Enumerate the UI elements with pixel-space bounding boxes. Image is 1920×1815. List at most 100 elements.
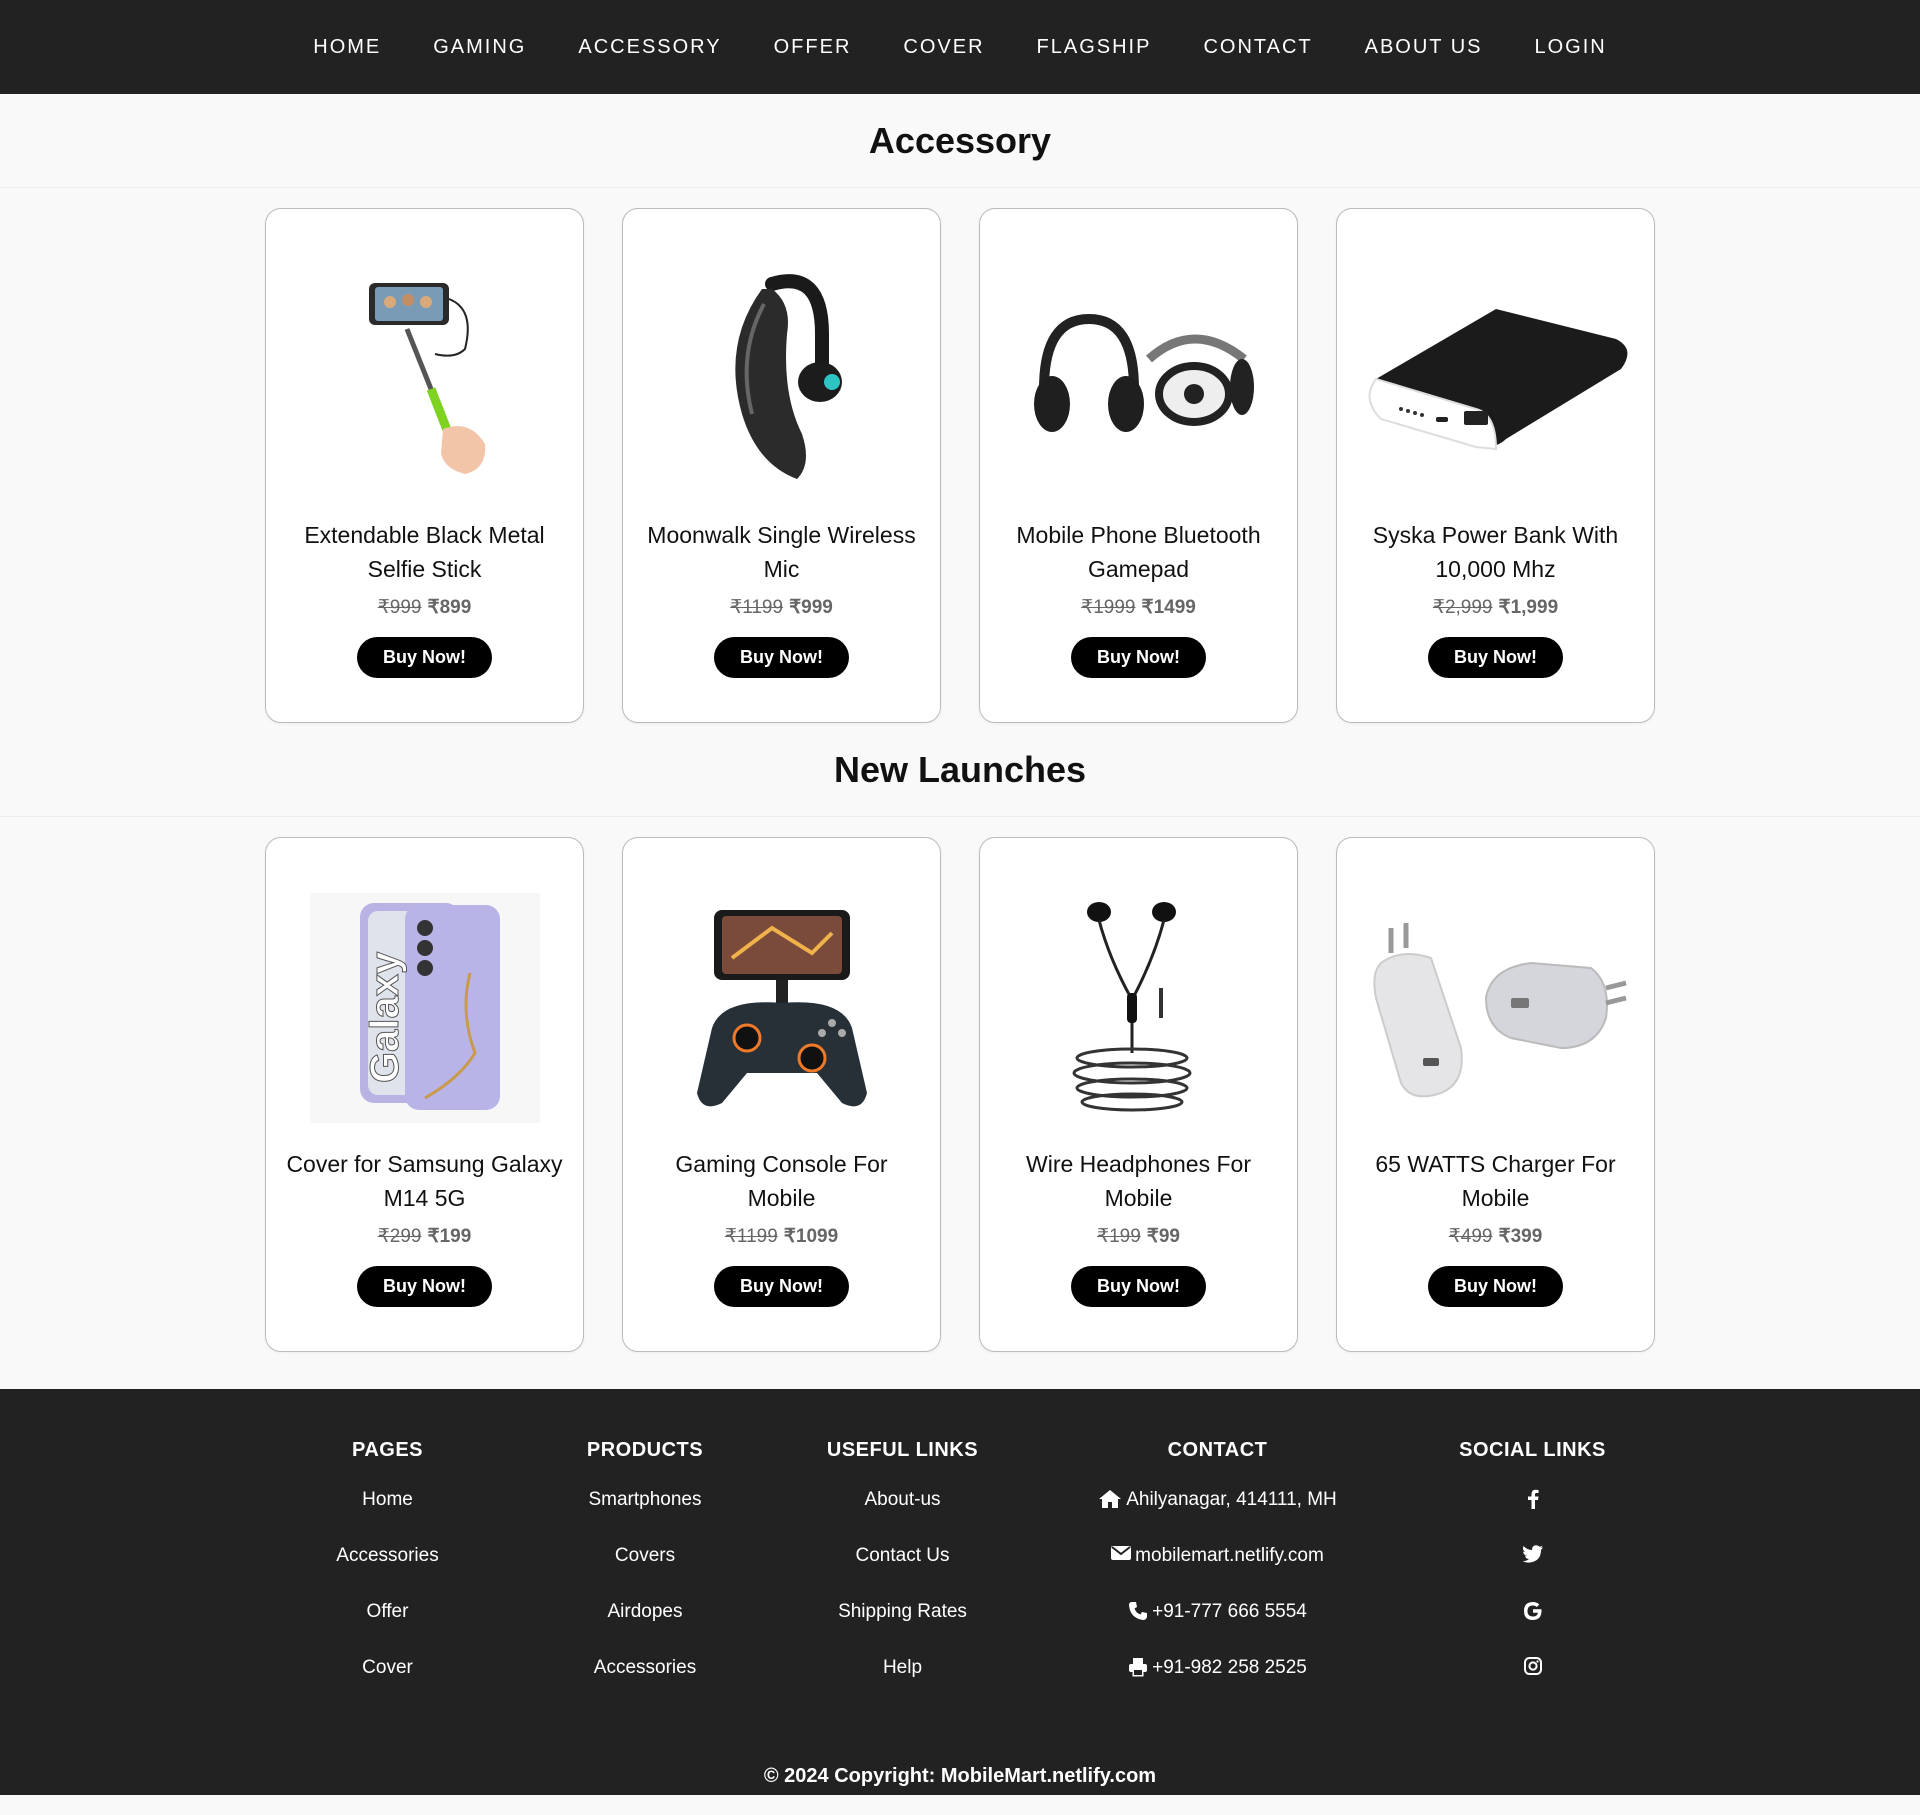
price: ₹999 ₹899	[378, 596, 472, 619]
twitter-icon[interactable]	[1522, 1545, 1544, 1563]
footer-link-cover[interactable]: Cover	[259, 1657, 517, 1713]
phone-cover-image[interactable]: Galaxy	[285, 893, 565, 1123]
contact-email[interactable]: mobilemart.netlify.com	[1032, 1545, 1404, 1601]
price: ₹2,999 ₹1,999	[1433, 596, 1558, 619]
footer-products-heading: PRODUCTS	[586, 1439, 704, 1461]
game-controller-image[interactable]	[642, 893, 922, 1123]
product-card: Galaxy Cover for Samsung Galaxy M14 5G ₹…	[265, 837, 584, 1352]
footer-link-about-us[interactable]: About-us	[774, 1489, 1032, 1545]
sale-price: ₹999	[789, 597, 833, 618]
price: ₹1199 ₹999	[730, 596, 833, 619]
product-name[interactable]: Gaming Console For Mobile	[642, 1147, 922, 1215]
nav-about-us[interactable]: ABOUT US	[1339, 36, 1509, 59]
footer-useful-links-heading: USEFUL LINKS	[826, 1439, 979, 1461]
sale-price: ₹399	[1498, 1226, 1543, 1247]
nav-menu: HOME GAMING ACCESSORY OFFER COVER FLAGSH…	[287, 36, 1633, 59]
product-name[interactable]: Syska Power Bank With 10,000 Mhz	[1356, 518, 1636, 586]
wired-earphones-image[interactable]	[999, 893, 1279, 1123]
product-card: 65 WATTS Charger For Mobile ₹499 ₹399 Buy…	[1336, 837, 1655, 1352]
price: ₹299 ₹199	[378, 1225, 472, 1248]
old-price: ₹1199	[724, 1226, 778, 1247]
product-name[interactable]: Wire Headphones For Mobile	[999, 1147, 1279, 1215]
footer-social-column: SOCIAL LINKS	[1404, 1439, 1662, 1713]
sale-price: ₹1499	[1141, 597, 1196, 618]
product-name[interactable]: Cover for Samsung Galaxy M14 5G	[285, 1147, 565, 1215]
footer-link-shipping-rates[interactable]: Shipping Rates	[774, 1601, 1032, 1657]
product-card: Extendable Black Metal Selfie Stick ₹999…	[265, 208, 584, 723]
power-bank-image[interactable]	[1356, 264, 1636, 494]
footer-link-contact-us[interactable]: Contact Us	[774, 1545, 1032, 1601]
footer-link-covers[interactable]: Covers	[517, 1545, 774, 1601]
section-title-accessory: Accessory	[0, 94, 1920, 188]
footer-link-accessories-products[interactable]: Accessories	[517, 1657, 774, 1713]
buy-now-button[interactable]: Buy Now!	[357, 637, 492, 678]
product-card: Syska Power Bank With 10,000 Mhz ₹2,999 ₹…	[1336, 208, 1655, 723]
footer-contact-heading: CONTACT	[1167, 1439, 1268, 1461]
footer-social-heading: SOCIAL LINKS	[1459, 1439, 1606, 1461]
social-google[interactable]	[1404, 1601, 1662, 1657]
contact-fax-text: +91-982 258 2525	[1152, 1657, 1307, 1678]
old-price: ₹2,999	[1432, 597, 1493, 618]
social-instagram[interactable]	[1404, 1657, 1662, 1713]
buy-now-button[interactable]: Buy Now!	[714, 637, 849, 678]
nav-offer[interactable]: OFFER	[748, 36, 878, 59]
nav-flagship[interactable]: FLAGSHIP	[1011, 36, 1178, 59]
facebook-icon[interactable]	[1527, 1489, 1539, 1509]
old-price: ₹1999	[1081, 597, 1136, 618]
nav-gaming[interactable]: GAMING	[407, 36, 552, 59]
selfie-stick-image[interactable]	[285, 264, 565, 494]
contact-address: Ahilyanagar, 414111, MH	[1032, 1489, 1404, 1545]
price: ₹1999 ₹1499	[1081, 596, 1196, 619]
charger-image[interactable]	[1356, 893, 1636, 1123]
contact-email-text: mobilemart.netlify.com	[1135, 1545, 1324, 1566]
contact-fax[interactable]: +91-982 258 2525	[1032, 1657, 1404, 1713]
accessory-grid: Extendable Black Metal Selfie Stick ₹999…	[0, 188, 1920, 723]
buy-now-button[interactable]: Buy Now!	[1428, 637, 1563, 678]
footer-pages-column: PAGES Home Accessories Offer Cover	[259, 1439, 517, 1713]
contact-phone[interactable]: +91-777 666 5554	[1032, 1601, 1404, 1657]
footer-products-column: PRODUCTS Smartphones Covers Airdopes Acc…	[517, 1439, 774, 1713]
product-name[interactable]: Mobile Phone Bluetooth Gamepad	[999, 518, 1279, 586]
home-icon	[1099, 1490, 1122, 1508]
product-name[interactable]: Moonwalk Single Wireless Mic	[642, 518, 922, 586]
nav-home[interactable]: HOME	[287, 36, 407, 59]
nav-contact[interactable]: CONTACT	[1177, 36, 1338, 59]
footer-link-home[interactable]: Home	[259, 1489, 517, 1545]
footer-link-smartphones[interactable]: Smartphones	[517, 1489, 774, 1545]
bluetooth-earpiece-image[interactable]	[642, 264, 922, 494]
cover-galaxy-text: Galaxy	[363, 951, 407, 1083]
footer-link-airdopes[interactable]: Airdopes	[517, 1601, 774, 1657]
buy-now-button[interactable]: Buy Now!	[1428, 1266, 1563, 1307]
footer-link-help[interactable]: Help	[774, 1657, 1032, 1713]
section-title-new-launches: New Launches	[0, 723, 1920, 817]
top-navbar: HOME GAMING ACCESSORY OFFER COVER FLAGSH…	[0, 0, 1920, 94]
old-price: ₹499	[1448, 1226, 1493, 1247]
phone-icon	[1129, 1602, 1148, 1620]
headphones-image[interactable]	[999, 264, 1279, 494]
buy-now-button[interactable]: Buy Now!	[1071, 1266, 1206, 1307]
product-name[interactable]: Extendable Black Metal Selfie Stick	[285, 518, 565, 586]
price: ₹499 ₹399	[1449, 1225, 1543, 1248]
footer-useful-links-column: USEFUL LINKS About-us Contact Us Shippin…	[774, 1439, 1032, 1713]
product-card: Wire Headphones For Mobile ₹199 ₹99 Buy N…	[979, 837, 1298, 1352]
social-twitter[interactable]	[1404, 1545, 1662, 1601]
footer-link-offer[interactable]: Offer	[259, 1601, 517, 1657]
old-price: ₹299	[377, 1226, 422, 1247]
nav-cover[interactable]: COVER	[877, 36, 1010, 59]
footer-link-accessories[interactable]: Accessories	[259, 1545, 517, 1601]
instagram-icon[interactable]	[1523, 1657, 1542, 1675]
buy-now-button[interactable]: Buy Now!	[1071, 637, 1206, 678]
nav-accessory[interactable]: ACCESSORY	[552, 36, 747, 59]
new-launches-grid: Galaxy Cover for Samsung Galaxy M14 5G ₹…	[0, 817, 1920, 1352]
old-price: ₹1199	[730, 597, 784, 618]
product-name[interactable]: 65 WATTS Charger For Mobile	[1356, 1147, 1636, 1215]
nav-login[interactable]: LOGIN	[1509, 36, 1633, 59]
google-icon[interactable]	[1523, 1601, 1543, 1621]
social-facebook[interactable]	[1404, 1489, 1662, 1545]
contact-address-text: Ahilyanagar, 414111, MH	[1126, 1489, 1337, 1510]
site-footer: PAGES Home Accessories Offer Cover PRODU…	[0, 1389, 1920, 1795]
buy-now-button[interactable]: Buy Now!	[714, 1266, 849, 1307]
buy-now-button[interactable]: Buy Now!	[357, 1266, 492, 1307]
sale-price: ₹899	[427, 597, 472, 618]
old-price: ₹999	[377, 597, 422, 618]
